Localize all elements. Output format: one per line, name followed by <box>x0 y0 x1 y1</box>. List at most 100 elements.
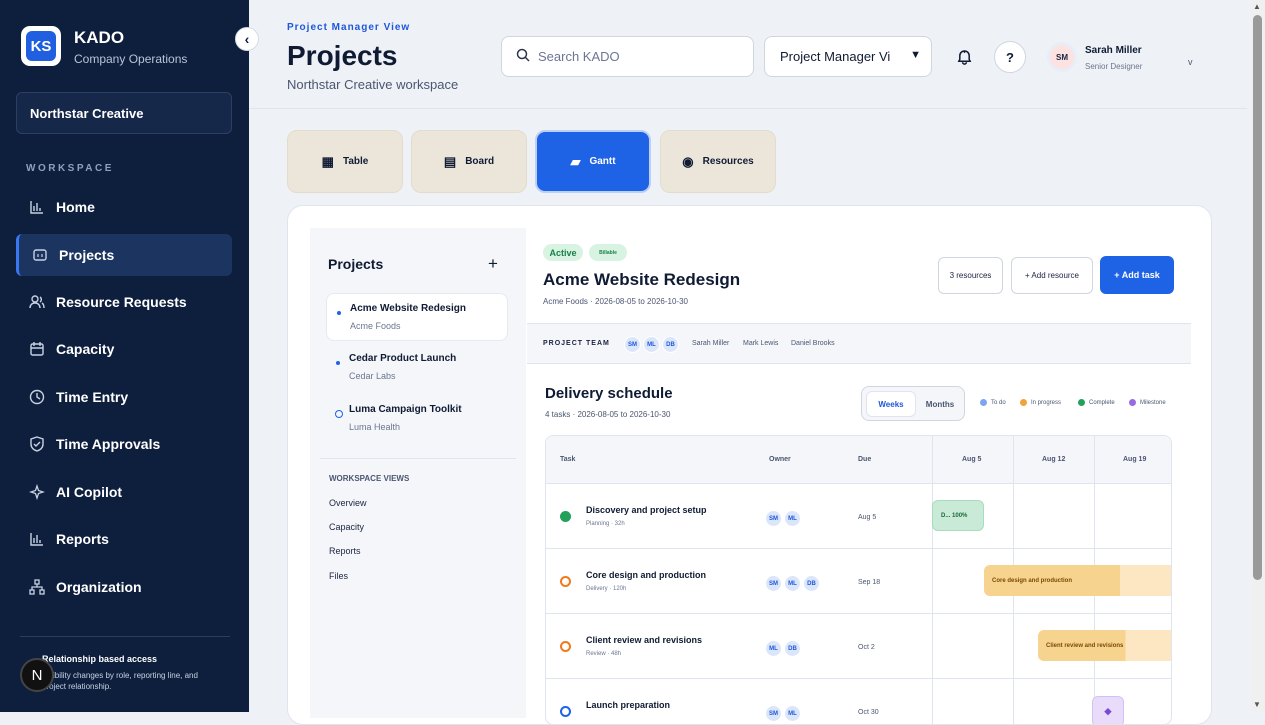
add-task-button[interactable]: + Add task <box>1100 256 1174 294</box>
sidebar-item-resource-requests[interactable]: Resource Requests <box>16 281 232 323</box>
sidebar-item-organization[interactable]: Organization <box>16 566 232 608</box>
project-item-cedar[interactable]: Cedar Product Launch Cedar Labs <box>326 344 508 392</box>
task-name: Client review and revisions <box>586 635 703 645</box>
n-badge-button[interactable]: N <box>20 658 54 692</box>
team-avatar[interactable]: SM <box>624 336 641 353</box>
add-resource-button[interactable]: + Add resource <box>1011 257 1093 294</box>
page-eyebrow: Project Manager View <box>287 22 411 33</box>
project-title: Acme Website Redesign <box>543 270 741 289</box>
workspace-view-files[interactable]: Files <box>329 571 348 581</box>
gantt-bar[interactable]: Core design and production <box>984 565 1171 596</box>
project-ring-icon <box>335 410 343 418</box>
sidebar-item-reports[interactable]: Reports <box>16 518 232 560</box>
table-row[interactable]: Launch preparation SM ML Oct 30 ◆ <box>546 679 1171 724</box>
tab-label: Table <box>342 156 369 167</box>
bar-label: D... <box>941 512 951 519</box>
team-avatar[interactable]: ML <box>643 336 660 353</box>
workspace-view-reports[interactable]: Reports <box>329 546 361 556</box>
table-row[interactable]: Discovery and project setup Planning · 3… <box>546 484 1171 549</box>
project-item-luma[interactable]: Luma Campaign Toolkit Luma Health <box>326 395 508 443</box>
owner-avatar: DB <box>803 575 820 592</box>
owner-avatar: DB <box>784 640 801 657</box>
task-due: Oct 2 <box>858 644 875 651</box>
collapse-sidebar-button[interactable]: ‹ <box>235 27 259 51</box>
tab-label: Resources <box>702 156 754 167</box>
resources-icon: ◉ <box>682 153 694 169</box>
bar-percent: 100% <box>952 512 968 519</box>
task-due: Aug 5 <box>858 514 877 521</box>
help-button[interactable]: ? <box>994 41 1026 73</box>
sidebar-item-time-approvals[interactable]: Time Approvals <box>16 423 232 465</box>
project-client: Luma Health <box>349 422 401 432</box>
add-project-button[interactable]: + <box>488 254 498 274</box>
scroll-up-icon[interactable]: ▲ <box>1253 2 1261 11</box>
view-select-value: Project Manager Vi <box>780 49 891 64</box>
sidebar-item-ai-copilot[interactable]: AI Copilot <box>16 471 232 513</box>
project-item-acme[interactable]: Acme Website Redesign Acme Foods <box>326 293 508 341</box>
scale-toggle: Weeks Months <box>861 386 965 421</box>
avatar[interactable]: SM <box>1047 42 1077 72</box>
page-title: Projects <box>287 40 398 71</box>
billable-badge: Billable <box>589 244 627 261</box>
legend-dot <box>1129 399 1136 406</box>
notification-bell-icon[interactable] <box>948 41 980 73</box>
sidebar-item-home[interactable]: Home <box>16 186 232 228</box>
project-name: Luma Campaign Toolkit <box>349 404 462 415</box>
tab-board[interactable]: ▤ Board <box>411 130 527 193</box>
scrollbar-thumb[interactable] <box>1253 15 1262 580</box>
table-row[interactable]: Client review and revisions Review · 48h… <box>546 614 1171 679</box>
milestone-diamond-icon[interactable]: ◆ <box>1092 696 1124 724</box>
sidebar-item-label: Time Approvals <box>56 436 161 452</box>
project-list-divider <box>320 458 516 459</box>
sidebar-item-capacity[interactable]: Capacity <box>16 328 232 370</box>
user-role: Senior Designer <box>1085 62 1143 71</box>
page-subtitle: Northstar Creative workspace <box>287 77 459 92</box>
scroll-down-icon[interactable]: ▼ <box>1253 700 1261 709</box>
owner-avatar: SM <box>765 705 782 722</box>
sidebar-item-label: Reports <box>56 531 109 547</box>
resources-button[interactable]: 3 resources <box>938 257 1003 294</box>
tab-label: Board <box>465 156 495 167</box>
tab-table[interactable]: ▦ Table <box>287 130 403 193</box>
column-owner: Owner <box>769 456 791 463</box>
org-switcher[interactable]: Northstar Creative <box>16 92 232 134</box>
sidebar-item-label: Time Entry <box>56 389 129 405</box>
task-meta: Planning · 32h <box>586 521 625 527</box>
team-avatar[interactable]: DB <box>662 336 679 353</box>
toggle-weeks[interactable]: Weeks <box>866 391 916 417</box>
gantt-bar[interactable]: Client review and revisions <box>1038 630 1171 661</box>
project-name: Cedar Product Launch <box>349 353 457 364</box>
column-week: Aug 12 <box>1042 456 1066 463</box>
sidebar: KS KADO Company Operations Northstar Cre… <box>0 0 249 712</box>
task-name: Launch preparation <box>586 700 671 710</box>
tab-gantt[interactable]: ▰ Gantt <box>535 130 651 193</box>
sidebar-divider <box>20 636 230 637</box>
sidebar-item-time-entry[interactable]: Time Entry <box>16 376 232 418</box>
legend-complete: Complete <box>1078 399 1115 406</box>
legend-milestone: Milestone <box>1129 399 1166 406</box>
toggle-months[interactable]: Months <box>918 391 962 417</box>
project-list-title: Projects <box>328 256 384 272</box>
user-name[interactable]: Sarah Miller <box>1085 45 1142 56</box>
access-description: Visibility changes by role, reporting li… <box>42 671 198 691</box>
task-meta: Review · 48h <box>586 651 622 657</box>
workspace-view-overview[interactable]: Overview <box>329 498 367 508</box>
task-due: Oct 30 <box>858 709 879 716</box>
search-input[interactable]: Search KADO <box>501 36 754 77</box>
table-row[interactable]: Core design and production Delivery · 12… <box>546 549 1171 614</box>
app-logo[interactable]: KS <box>21 26 61 66</box>
status-complete-icon <box>560 511 571 522</box>
bar-chart-icon <box>28 198 46 216</box>
tab-resources[interactable]: ◉ Resources <box>660 130 776 193</box>
column-week: Aug 19 <box>1123 456 1147 463</box>
project-dot-icon <box>337 311 341 315</box>
sidebar-item-projects[interactable]: Projects <box>16 234 232 276</box>
shield-check-icon <box>28 435 46 453</box>
bar-label: Client review and revisions <box>1046 642 1124 649</box>
logo-mark: KS <box>26 31 56 61</box>
gantt-bar[interactable]: D... 100% <box>932 500 984 531</box>
team-member-name: Sarah Miller <box>692 340 730 347</box>
workspace-view-capacity[interactable]: Capacity <box>329 522 364 532</box>
view-select[interactable]: Project Manager Vi ▼ <box>764 36 932 77</box>
user-menu-chevron-icon[interactable]: v <box>1188 57 1193 67</box>
